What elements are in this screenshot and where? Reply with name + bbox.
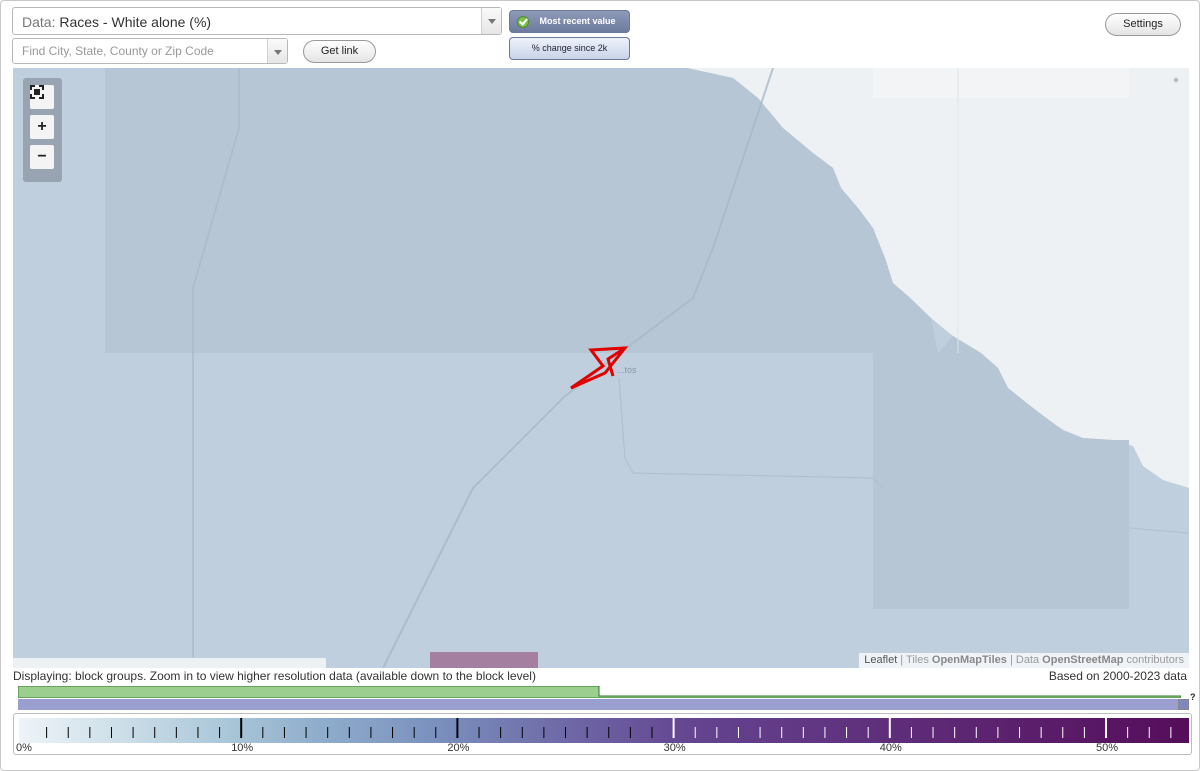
distribution-bar-end — [1178, 699, 1189, 710]
data-prefix: Data: — [22, 14, 56, 30]
data-value: Races - White alone (%) — [59, 14, 212, 30]
leaflet-link[interactable]: Leaflet — [864, 654, 897, 666]
color-legend: 0% 10% 20% 30% 40% 50% — [13, 713, 1192, 755]
legend-tick-label: 0% — [16, 742, 32, 754]
fullscreen-button[interactable] — [30, 85, 54, 109]
fullscreen-icon — [30, 85, 44, 99]
map-dot — [1174, 78, 1178, 82]
app-frame: Data: Races - White alone (%) Get link M… — [0, 0, 1200, 771]
data-years: Based on 2000-2023 data — [1048, 669, 1187, 683]
map[interactable]: ...tos + − Leaflet | Tiles OpenMapTiles … — [13, 68, 1189, 668]
settings-button[interactable]: Settings — [1105, 13, 1181, 36]
map-attribution: Leaflet | Tiles OpenMapTiles | Data Open… — [859, 653, 1189, 668]
place-label: ...tos — [617, 365, 637, 375]
block-group-b — [873, 68, 1129, 98]
distribution-bar-purple — [18, 699, 1189, 710]
map-canvas — [13, 68, 1189, 668]
legend-ticks — [46, 718, 1172, 738]
legend-tick-label: 10% — [231, 742, 254, 754]
zoom-control: + − — [23, 78, 62, 182]
chevron-down-icon[interactable] — [481, 8, 501, 34]
distribution-bar-green — [18, 686, 1181, 698]
data-select[interactable]: Data: Races - White alone (%) — [12, 7, 502, 35]
help-icon[interactable]: ? — [1190, 692, 1196, 702]
zoom-out-button[interactable]: − — [30, 145, 54, 169]
legend-tick-label: 50% — [1096, 742, 1119, 754]
legend-tick-label: 20% — [447, 742, 470, 754]
highlight-block — [430, 652, 538, 668]
chevron-down-icon[interactable] — [267, 39, 287, 63]
openmaptiles-link[interactable]: OpenMapTiles — [932, 654, 1007, 666]
resolution-note: Displaying: block groups. Zoom in to vie… — [13, 669, 536, 683]
search-input[interactable] — [14, 40, 268, 62]
check-icon — [517, 16, 529, 28]
most-recent-label: Most recent value — [539, 16, 616, 26]
bottom-strip — [13, 658, 326, 668]
legend-tick-label: 30% — [663, 742, 686, 754]
location-search[interactable] — [12, 38, 288, 64]
pct-change-toggle[interactable]: % change since 2k — [509, 37, 630, 60]
openstreetmap-link[interactable]: OpenStreetMap — [1042, 654, 1123, 666]
most-recent-toggle[interactable]: Most recent value — [509, 10, 630, 33]
data-select-label: Data: Races - White alone (%) — [22, 14, 211, 30]
get-link-button[interactable]: Get link — [303, 40, 376, 63]
zoom-in-button[interactable]: + — [30, 115, 54, 139]
legend-tick-label: 40% — [879, 742, 902, 754]
